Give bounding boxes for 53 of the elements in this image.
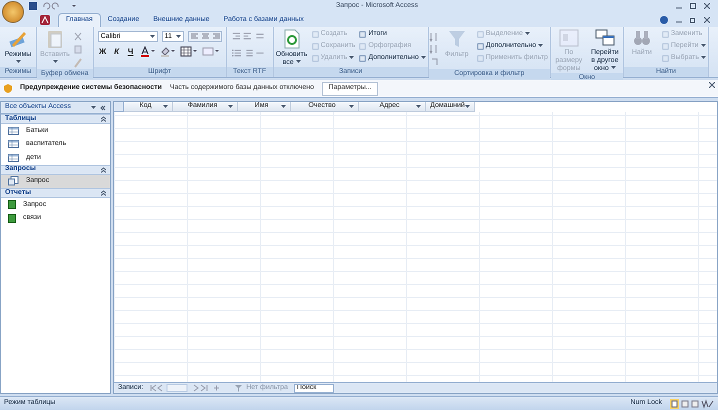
caret-icon bbox=[163, 104, 168, 108]
refresh-document-icon bbox=[282, 29, 301, 49]
caret-icon bbox=[700, 44, 706, 48]
collapse-section-icon[interactable] bbox=[101, 116, 106, 122]
shield-icon bbox=[4, 84, 12, 93]
close-icon[interactable] bbox=[704, 3, 710, 9]
caret-icon bbox=[416, 104, 421, 108]
binoculars-icon bbox=[632, 29, 652, 47]
caret-icon bbox=[52, 60, 58, 64]
caret-icon bbox=[91, 106, 96, 110]
table-icon bbox=[8, 126, 19, 135]
funnel-icon bbox=[448, 29, 466, 49]
format-button[interactable]: К bbox=[112, 46, 122, 57]
fill-color-icon[interactable] bbox=[160, 46, 176, 57]
gridlines-icon[interactable] bbox=[180, 46, 198, 57]
collapse-section-icon[interactable] bbox=[101, 190, 106, 196]
caret-icon bbox=[420, 56, 426, 60]
caret-icon bbox=[150, 34, 155, 38]
table-icon bbox=[8, 140, 19, 148]
quick-access-toolbar[interactable] bbox=[28, 1, 78, 11]
caret-icon bbox=[176, 34, 181, 38]
collapse-icon[interactable] bbox=[100, 104, 106, 110]
format-button[interactable]: Ч bbox=[126, 46, 136, 57]
office-button[interactable] bbox=[2, 1, 24, 23]
caret-icon bbox=[349, 56, 354, 60]
caret-icon bbox=[281, 104, 286, 108]
restore-icon[interactable] bbox=[690, 17, 696, 23]
query-icon bbox=[8, 176, 19, 186]
close-icon[interactable] bbox=[704, 17, 710, 23]
clipboard-icon bbox=[46, 29, 64, 49]
maximize-icon[interactable] bbox=[690, 3, 696, 9]
caret-icon bbox=[538, 44, 544, 48]
caret-icon bbox=[610, 66, 616, 70]
pencil-ruler-icon bbox=[8, 29, 28, 49]
collapse-section-icon[interactable] bbox=[101, 166, 106, 172]
caret-icon bbox=[349, 104, 354, 108]
caret-icon bbox=[465, 104, 470, 108]
align-icons[interactable] bbox=[188, 31, 222, 42]
form-icon bbox=[558, 29, 579, 47]
windows-icon bbox=[594, 29, 615, 47]
caret-icon bbox=[296, 60, 301, 64]
select-all-cell[interactable] bbox=[114, 102, 124, 112]
table-icon bbox=[8, 154, 19, 162]
clipboard-tools-icons[interactable] bbox=[73, 31, 83, 69]
format-button[interactable]: Ж bbox=[98, 46, 108, 57]
close-icon[interactable] bbox=[709, 82, 715, 88]
caret-icon bbox=[16, 60, 20, 64]
caret-icon bbox=[701, 56, 706, 60]
caret-icon bbox=[228, 104, 233, 108]
caret-icon bbox=[524, 32, 530, 36]
funnel-icon bbox=[235, 384, 242, 392]
font-color-icon[interactable] bbox=[140, 46, 156, 57]
view-switcher-icons[interactable] bbox=[670, 398, 714, 408]
